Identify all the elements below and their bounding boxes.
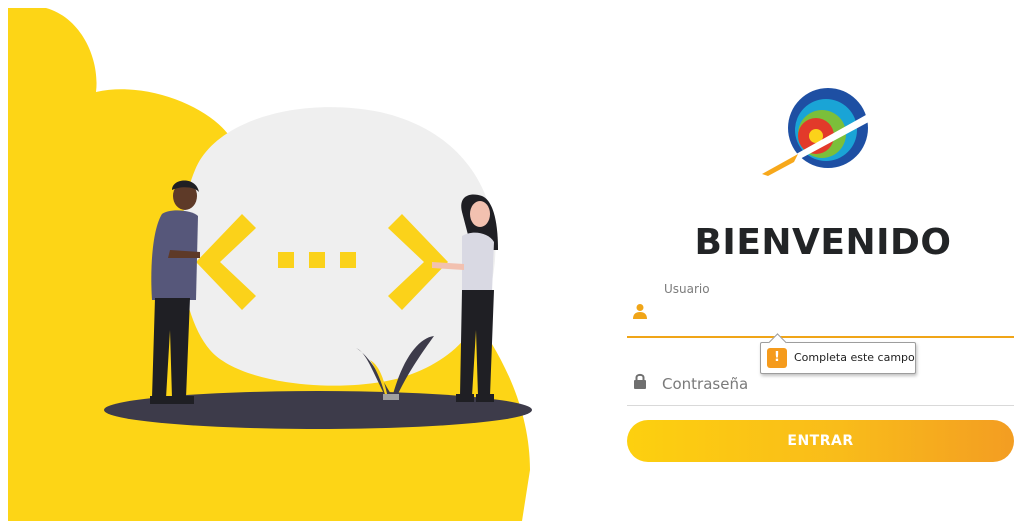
submit-button[interactable]: ENTRAR xyxy=(627,420,1014,462)
username-input[interactable] xyxy=(660,298,1014,326)
validation-message: Completa este campo xyxy=(794,351,915,364)
dot-1 xyxy=(278,252,294,268)
username-label: Usuario xyxy=(664,282,710,296)
username-underline xyxy=(627,336,1014,338)
user-icon xyxy=(633,304,647,319)
page-title: BIENVENIDO xyxy=(694,222,952,263)
password-underline xyxy=(627,405,1014,406)
logo-swoosh-accent xyxy=(762,154,798,176)
password-input[interactable] xyxy=(660,370,1014,398)
login-illustration xyxy=(8,8,532,521)
dot-2 xyxy=(309,252,325,268)
brand-logo xyxy=(762,88,882,176)
warning-icon: ! xyxy=(767,348,787,368)
dot-3 xyxy=(340,252,356,268)
lock-icon xyxy=(634,373,646,389)
